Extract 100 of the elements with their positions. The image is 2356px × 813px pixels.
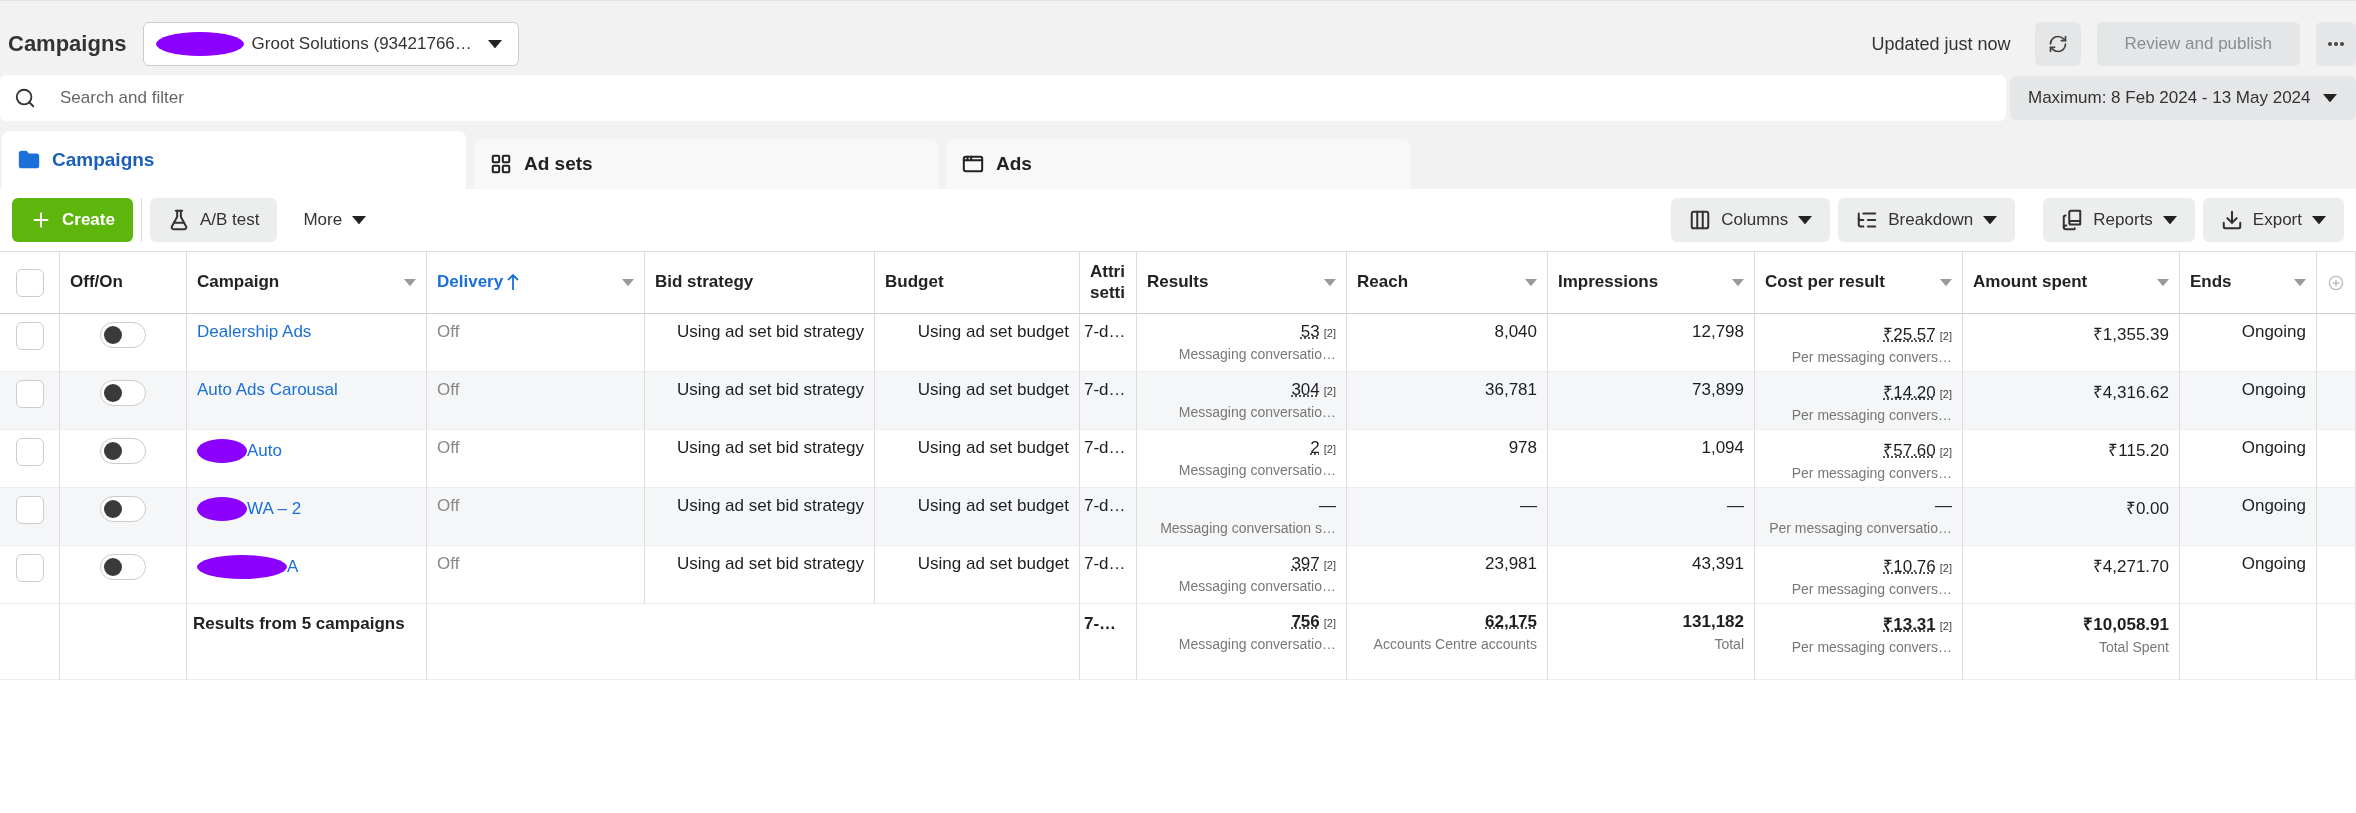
caret-icon <box>2322 93 2337 103</box>
column-header[interactable]: Attri setti <box>1090 262 1134 303</box>
caret-icon <box>487 39 502 49</box>
column-header[interactable]: Campaign <box>197 272 280 293</box>
book-icon <box>2061 209 2084 231</box>
toolbar-button[interactable]: More <box>285 198 385 242</box>
total-value: 62,175 <box>1485 612 1537 632</box>
refresh-button[interactable] <box>2034 22 2081 66</box>
toggle-switch[interactable] <box>100 322 146 348</box>
column-header[interactable]: Off/On <box>70 272 123 293</box>
search-input[interactable]: Search and filter <box>58 87 1992 109</box>
table-cell: Off <box>427 488 645 546</box>
search-icon <box>14 87 36 109</box>
footnote-mark: [2] <box>1939 620 1952 632</box>
table-cell: 7-d… <box>1080 372 1137 430</box>
toolbar-button[interactable]: Export <box>2202 198 2344 242</box>
column-header[interactable]: Ends <box>2190 272 2232 293</box>
toolbar-button[interactable]: Breakdown <box>1838 198 2016 242</box>
metric-value: ₹25.57 <box>1883 324 1936 345</box>
table-cell: — <box>1548 488 1755 546</box>
row-checkbox[interactable] <box>15 496 44 524</box>
footnote-mark: [2] <box>1939 388 1952 400</box>
toggle-switch[interactable] <box>100 380 146 406</box>
table-cell: 7-d… <box>1080 546 1137 604</box>
table-cell: ₹115.20 <box>1963 430 2180 488</box>
metric-label: Messaging conversatio… <box>1178 462 1336 478</box>
sort-arrow-icon <box>507 274 520 291</box>
caret-icon <box>2294 278 2306 287</box>
row-checkbox[interactable] <box>15 322 44 350</box>
column-header[interactable]: Bid strategy <box>655 272 754 293</box>
table-cell: Off <box>427 430 645 488</box>
download-icon <box>2220 209 2243 231</box>
column-header[interactable]: Budget <box>885 272 944 293</box>
metric-label: Messaging conversatio… <box>1178 578 1336 594</box>
footnote-mark: [2] <box>1323 559 1336 571</box>
total-label: Messaging conversatio… <box>1178 636 1336 652</box>
table-cell: 7-d… <box>1080 314 1137 372</box>
caret-icon <box>404 278 416 287</box>
row-checkbox[interactable] <box>15 438 44 466</box>
caret-icon <box>2312 215 2326 225</box>
metric-value: 53 <box>1300 322 1320 342</box>
metric-value: 2 <box>1310 438 1320 458</box>
toolbar-button[interactable]: Columns <box>1671 198 1831 242</box>
totals-attribution: 7-… <box>1084 614 1117 634</box>
column-header[interactable]: Reach <box>1357 272 1409 293</box>
column-header[interactable]: Results <box>1147 272 1209 293</box>
footnote-mark: [2] <box>1323 327 1336 339</box>
more-button[interactable] <box>2316 22 2356 66</box>
campaign-link[interactable]: A <box>287 557 299 577</box>
table-cell: 7-d… <box>1080 430 1137 488</box>
toggle-switch[interactable] <box>100 554 146 580</box>
table-cell: 12,798 <box>1548 314 1755 372</box>
date-range-picker[interactable]: Maximum: 8 Feb 2024 - 13 May 2024 <box>2010 76 2356 120</box>
campaign-link[interactable]: Auto <box>247 441 282 461</box>
campaign-link[interactable]: Auto Ads Carousal <box>197 380 338 400</box>
table-cell: Using ad set budget <box>875 314 1080 372</box>
toggle-switch[interactable] <box>100 438 146 464</box>
tab[interactable]: Campaigns <box>2 131 466 189</box>
metric-value: 397 <box>1291 554 1320 574</box>
metric-value: — <box>1319 496 1336 516</box>
total-value: ₹13.31 <box>1883 614 1936 635</box>
toolbar-button[interactable]: Reports <box>2043 198 2195 242</box>
totals-label: Results from 5 campaigns <box>193 614 405 634</box>
campaign-link[interactable]: WA – 2 <box>247 499 302 519</box>
metric-label: Per messaging convers… <box>1791 407 1952 423</box>
metric-value: ₹57.60 <box>1883 440 1936 461</box>
table-cell: Using ad set bid strategy <box>645 546 875 604</box>
toggle-switch[interactable] <box>100 496 146 522</box>
toolbar-button[interactable]: A/B test <box>149 198 278 242</box>
table-cell: Ongoing <box>2180 314 2317 372</box>
account-selector[interactable]: Groot Solutions (93421766… <box>142 22 519 66</box>
table-cell: Off <box>427 314 645 372</box>
total-value: ₹10,058.91 <box>2083 614 2169 635</box>
metric-value: 304 <box>1291 380 1320 400</box>
campaign-link[interactable]: Dealership Ads <box>197 322 312 342</box>
caret-icon <box>1324 278 1336 287</box>
tab[interactable]: Ad sets <box>474 139 938 189</box>
table-cell: ₹0.00 <box>1963 488 2180 546</box>
tab[interactable]: Ads <box>946 139 1410 189</box>
table-cell: ₹4,316.62 <box>1963 372 2180 430</box>
metric-value: ₹14.20 <box>1883 382 1936 403</box>
table-cell: Off <box>427 546 645 604</box>
column-header[interactable]: Amount spent <box>1973 272 2088 293</box>
footnote-mark: [2] <box>1939 562 1952 574</box>
column-header[interactable]: Impressions <box>1558 272 1659 293</box>
row-checkbox[interactable] <box>15 380 44 408</box>
column-header[interactable]: Delivery <box>437 272 504 293</box>
metric-label: Per messaging convers… <box>1791 465 1952 481</box>
search-field[interactable]: Search and filter <box>0 75 2006 121</box>
footnote-mark: [2] <box>1323 443 1336 455</box>
select-all-checkbox[interactable] <box>15 268 44 297</box>
column-header[interactable]: Cost per result <box>1765 272 1885 293</box>
caret-icon <box>1525 278 1537 287</box>
row-checkbox[interactable] <box>15 554 44 582</box>
table-cell: Ongoing <box>2180 372 2317 430</box>
footnote-mark: [2] <box>1323 617 1336 629</box>
metric-label: Messaging conversatio… <box>1178 404 1336 420</box>
metric-value: ₹10.76 <box>1883 556 1936 577</box>
table-cell: Using ad set budget <box>875 372 1080 430</box>
caret-icon <box>2162 215 2177 225</box>
